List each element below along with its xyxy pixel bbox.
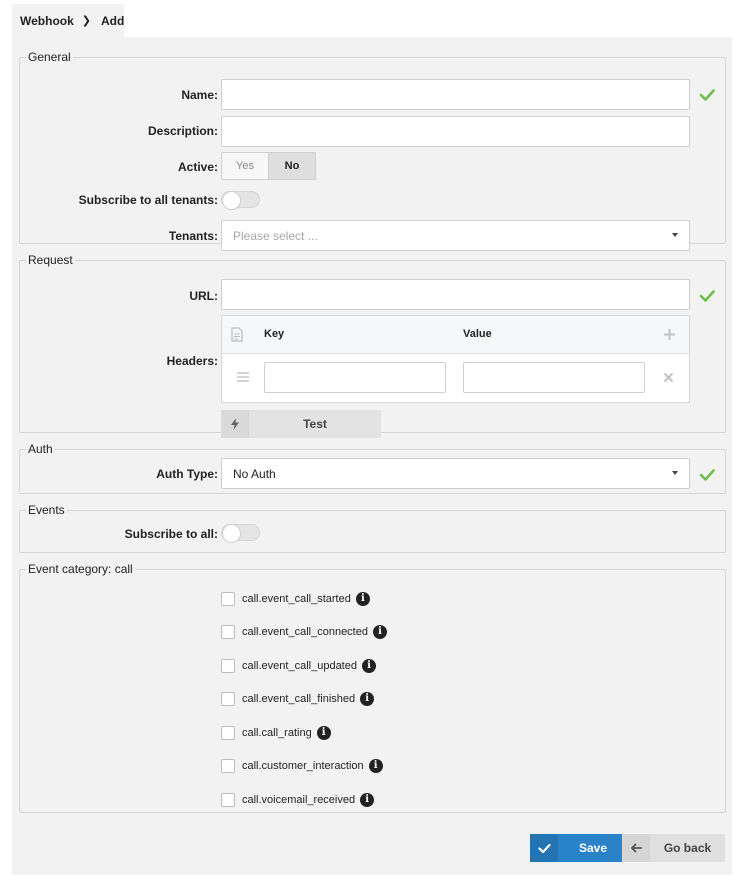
info-icon[interactable]: i: [355, 592, 370, 606]
header-value-input[interactable]: [463, 362, 645, 393]
info-icon[interactable]: i: [360, 692, 375, 706]
event-label: call.event_call_finished: [242, 693, 356, 705]
auth-legend: Auth: [28, 442, 53, 456]
headers-label: Headers:: [166, 354, 218, 368]
save-button[interactable]: Save: [530, 834, 628, 862]
breadcrumb-webhook-link[interactable]: Webhook: [20, 14, 74, 28]
headers-table: Key Value: [221, 315, 690, 403]
bolt-icon: [221, 410, 249, 438]
event-checkbox[interactable]: [221, 726, 235, 740]
go-back-button-label: Go back: [663, 841, 712, 855]
subscribe-all-switch[interactable]: [221, 524, 260, 543]
event-checkbox[interactable]: [221, 592, 235, 606]
event-category-legend: Event category: call: [28, 562, 133, 576]
events-legend: Events: [28, 503, 65, 517]
request-section: Request URL: Headers: Key Value Test: [19, 253, 726, 438]
webhook-form-panel: General Name: Description: Active: Yes N…: [12, 37, 732, 875]
event-checkbox-row: call.event_call_connected i: [221, 624, 387, 640]
name-input[interactable]: [221, 79, 690, 110]
valid-check-icon: [699, 89, 715, 101]
event-category-section: Event category: call call.event_call_sta…: [19, 562, 726, 813]
active-no-button[interactable]: No: [268, 153, 315, 179]
auth-type-value: No Auth: [233, 466, 276, 481]
request-legend: Request: [28, 253, 73, 267]
event-checkbox[interactable]: [221, 793, 235, 807]
header-row: [222, 354, 689, 402]
headers-table-header: Key Value: [222, 316, 689, 354]
subscribe-tenants-label: Subscribe to all tenants:: [78, 193, 218, 207]
arrow-left-icon: [622, 834, 650, 862]
document-icon: [231, 327, 243, 342]
event-checkbox-row: call.event_call_finished i: [221, 691, 375, 707]
tenants-label: Tenants:: [168, 229, 218, 243]
header-key-input[interactable]: [264, 362, 446, 393]
active-label: Active:: [177, 160, 218, 174]
active-yes-button[interactable]: Yes: [222, 153, 268, 179]
info-icon[interactable]: i: [368, 759, 383, 773]
event-checkbox[interactable]: [221, 692, 235, 706]
event-checkbox-row: call.customer_interaction i: [221, 758, 383, 774]
event-label: call.call_rating: [242, 727, 312, 739]
event-checkbox-row: call.event_call_started i: [221, 591, 370, 607]
event-checkbox[interactable]: [221, 659, 235, 673]
auth-section: Auth Auth Type: No Auth: [19, 442, 726, 494]
caret-down-icon: [672, 471, 678, 475]
event-checkbox[interactable]: [221, 759, 235, 773]
subscribe-all-label: Subscribe to all:: [124, 527, 218, 541]
test-button-label: Test: [303, 417, 327, 431]
description-label: Description:: [147, 124, 218, 138]
auth-type-select[interactable]: No Auth: [221, 458, 690, 489]
breadcrumb-current: Add: [101, 13, 125, 28]
event-checkbox-row: call.event_call_updated i: [221, 658, 376, 674]
caret-down-icon: [672, 233, 678, 237]
test-button[interactable]: Test: [221, 410, 381, 438]
event-label: call.event_call_started: [242, 593, 351, 605]
go-back-button[interactable]: Go back: [622, 834, 725, 862]
url-label: URL:: [189, 289, 218, 303]
event-label: call.voicemail_received: [242, 794, 356, 806]
event-label: call.event_call_updated: [242, 660, 357, 672]
event-checkbox[interactable]: [221, 625, 235, 639]
tenants-placeholder: Please select ...: [233, 228, 318, 243]
key-column-header: Key: [264, 328, 285, 340]
add-header-plus-icon[interactable]: [663, 328, 676, 341]
description-input[interactable]: [221, 116, 690, 147]
valid-check-icon: [699, 290, 715, 302]
general-legend: General: [28, 50, 71, 64]
check-icon: [530, 834, 558, 862]
general-section: General Name: Description: Active: Yes N…: [19, 50, 726, 251]
breadcrumb: Webhook ❯ Add: [12, 4, 124, 37]
events-section: Events Subscribe to all:: [19, 503, 726, 553]
info-icon[interactable]: i: [316, 726, 331, 740]
active-toggle: Yes No: [221, 152, 316, 180]
value-column-header: Value: [463, 328, 492, 340]
info-icon[interactable]: i: [360, 793, 375, 807]
drag-handle-icon[interactable]: [236, 371, 250, 383]
remove-header-close-icon[interactable]: [663, 372, 674, 383]
name-label: Name:: [181, 88, 218, 102]
event-label: call.event_call_connected: [242, 626, 368, 638]
tenants-select[interactable]: Please select ...: [221, 220, 690, 251]
save-button-label: Save: [578, 841, 608, 855]
auth-type-label: Auth Type:: [156, 467, 218, 481]
event-label: call.customer_interaction: [242, 760, 364, 772]
subscribe-tenants-switch[interactable]: [221, 191, 260, 210]
info-icon[interactable]: i: [361, 659, 376, 673]
info-icon[interactable]: i: [372, 625, 387, 639]
chevron-right-icon: ❯: [81, 15, 91, 27]
event-checkbox-row: call.voicemail_received i: [221, 792, 375, 808]
url-input[interactable]: [221, 279, 690, 310]
valid-check-icon: [699, 469, 715, 481]
event-checkbox-row: call.call_rating i: [221, 725, 331, 741]
